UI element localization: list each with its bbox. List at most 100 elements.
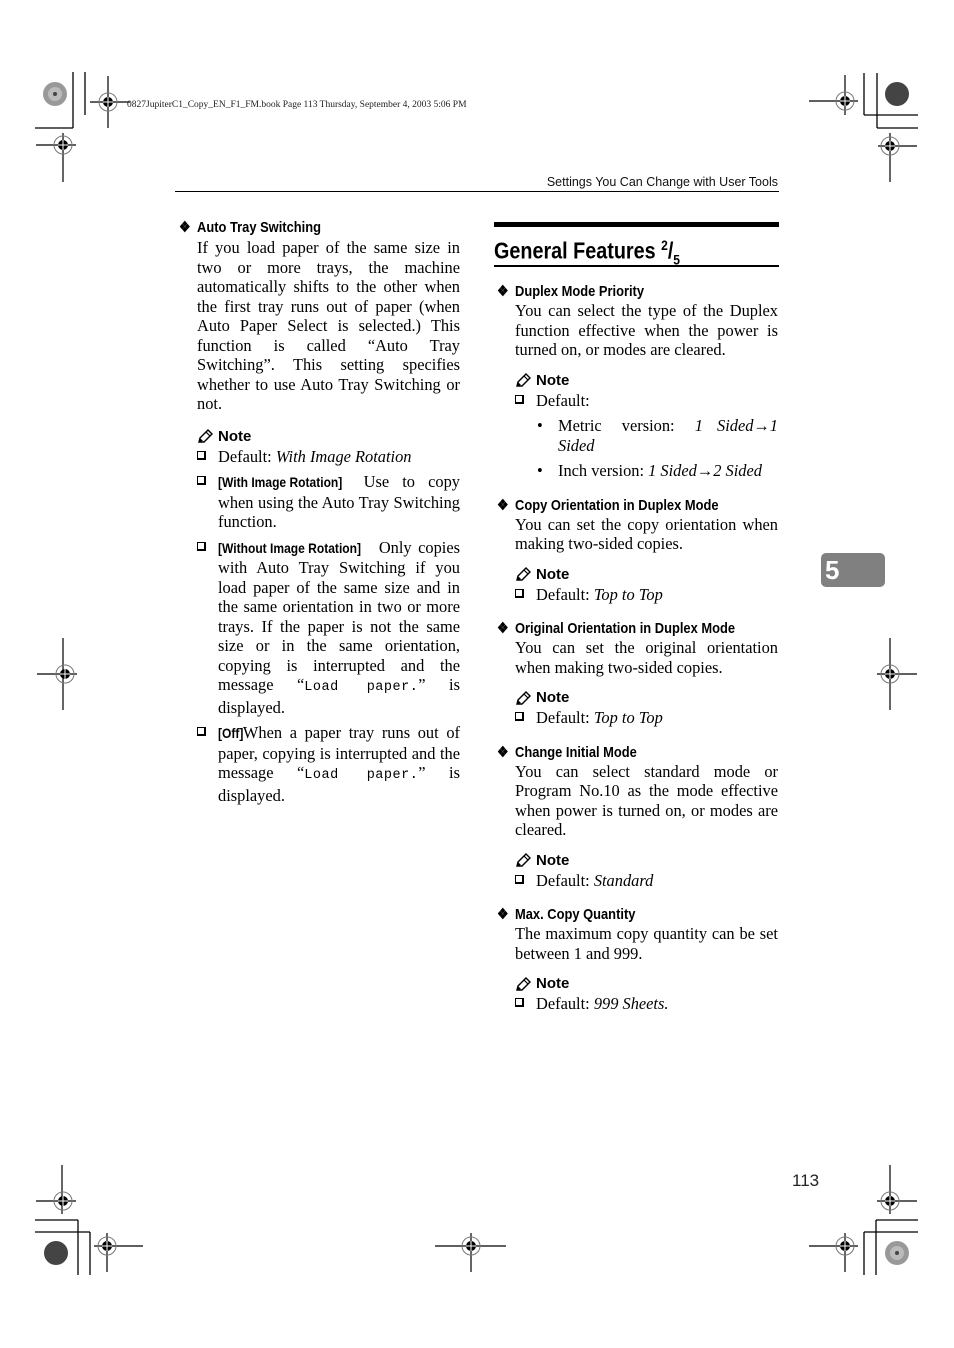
item-title: ❖ Copy Orientation in Duplex Mode [496,496,719,514]
registration-mark [877,638,917,710]
checkbox-bullet-icon [197,450,206,460]
printer-marks [35,72,918,1275]
left-column: ❖ Auto Tray Switching If you load paper … [178,218,460,820]
page-number: 113 [792,1171,820,1190]
pencil-icon [516,373,531,387]
crop-mark-top-left [35,72,86,129]
default-value: Top to Top [593,584,663,604]
option-key-label: [With Image Rotation] [218,474,343,490]
registration-mark [435,1233,506,1272]
note-list: Default: Top to Top [515,708,778,728]
item-title: ❖ Original Orientation in Duplex Mode [496,620,736,637]
note-heading: Note [515,975,778,993]
display-message: Load paper. [304,680,419,695]
note-list: Default: With Image Rotation [With Image… [197,447,460,806]
setting-item: ❖ Copy Orientation in Duplex Mode You ca… [496,496,778,605]
section-title: General Features 2/5 [494,237,681,268]
file-info-line: 0827JupiterC1_Copy_EN_F1_FM.book Page 11… [127,100,467,110]
crop-mark-top-right [863,73,918,129]
item-description: You can set the copy orientation when ma… [515,514,778,554]
diamond-bullet-icon: ❖ [178,219,191,236]
section-page-num: 2 [661,237,668,253]
note-item: Default: Standard [515,871,778,891]
item-title: ❖ Duplex Mode Priority [496,283,645,300]
running-header: Settings You Can Change with User Tools [546,175,778,189]
note-item: [Without Image Rotation] Only copies wit… [197,538,460,718]
note-item: Default: Top to Top [515,585,778,605]
checkbox-bullet-icon [515,712,524,721]
item-description: You can set the original orientation whe… [515,638,778,677]
default-value: With Image Rotation [275,446,412,466]
note-list: Default: Metric version: 1 Sided→1 Sided… [515,391,778,481]
item-description: The maximum copy quantity can be set bet… [515,924,778,963]
registration-mark [877,1165,917,1214]
diamond-bullet-icon: ❖ [496,496,509,514]
crop-mark-bottom-left [35,1219,91,1275]
registration-mark [809,1233,858,1272]
registration-mark [36,1165,76,1214]
version-item: Inch version: 1 Sided→2 Sided [537,461,778,481]
registration-mark [809,75,858,115]
default-value: 999 Sheets. [593,994,669,1013]
version-list: Metric version: 1 Sided→1 Sided Inch ver… [515,416,778,481]
registration-mark [37,638,77,710]
item-title: ❖ Auto Tray Switching [178,219,322,236]
note-item: Default: Metric version: 1 Sided→1 Sided… [515,391,778,481]
option-key-label: [Off] [218,725,244,741]
pencil-icon [198,429,213,443]
setting-item: ❖ Duplex Mode Priority You can select th… [496,282,778,481]
item-description: You can select standard mode or Program … [515,761,778,840]
diamond-bullet-icon: ❖ [496,283,509,300]
default-value: Top to Top [593,708,663,727]
diamond-bullet-icon: ❖ [496,906,509,923]
checkbox-bullet-icon [515,874,524,884]
item-description: If you load paper of the same size in tw… [197,238,460,413]
setting-item: ❖ Original Orientation in Duplex Mode Yo… [496,619,778,728]
checkbox-bullet-icon [197,727,206,736]
note-list: Default: Top to Top [515,585,778,605]
checkbox-bullet-icon [515,588,524,598]
color-target-icon [885,82,909,106]
pencil-icon [516,690,531,705]
note-item: Default: 999 Sheets. [515,994,778,1014]
section-bottom-rule [494,265,779,267]
item-title: ❖ Max. Copy Quantity [496,906,636,923]
note-heading: Note [515,689,778,707]
checkbox-bullet-icon [197,476,206,485]
display-message: Load pa­per. [304,768,419,783]
pencil-icon [516,567,531,581]
diamond-bullet-icon: ❖ [496,743,509,761]
registration-mark [90,76,130,128]
item-description: You can select the type of the Du­plex f… [515,301,778,359]
note-list: Default: 999 Sheets. [515,994,778,1014]
section-top-rule [494,222,779,227]
crop-mark-bottom-right [863,1219,918,1275]
version-item: Metric version: 1 Sided→1 Sided [537,416,778,455]
pencil-icon [516,976,531,991]
note-item: Default: With Image Rotation [197,447,460,467]
setting-item: ❖ Change Initial Mode You can select sta… [496,743,778,891]
option-key-label: [Without Image Rotation] [218,539,362,556]
diamond-bullet-icon: ❖ [496,620,509,637]
color-target-icon [44,1241,68,1265]
note-heading: Note [515,566,778,584]
note-heading: Note [515,372,778,390]
setting-item: ❖ Max. Copy Quantity The maximum copy qu… [496,905,778,1014]
item-title: ❖ Change Initial Mode [496,743,637,761]
setting-item: ❖ Auto Tray Switching If you load paper … [178,218,460,806]
registration-mark [878,133,917,182]
registration-mark [36,133,76,182]
right-column: ❖ Duplex Mode Priority You can select th… [496,282,778,1029]
pencil-icon [516,853,531,867]
default-value: Standard [593,870,654,890]
note-item: [With Image Rotation] Use to copy when u… [197,472,460,532]
checkbox-bullet-icon [515,998,524,1007]
note-item: Default: Top to Top [515,708,778,728]
checkbox-bullet-icon [515,394,524,404]
chapter-tab: 5 [821,553,885,587]
registration-mark [94,1233,143,1272]
header-rule [175,191,779,192]
note-heading: Note [197,428,460,446]
note-heading: Note [515,852,778,870]
note-item: [Off] When a paper tray runs out of pape… [197,723,460,805]
